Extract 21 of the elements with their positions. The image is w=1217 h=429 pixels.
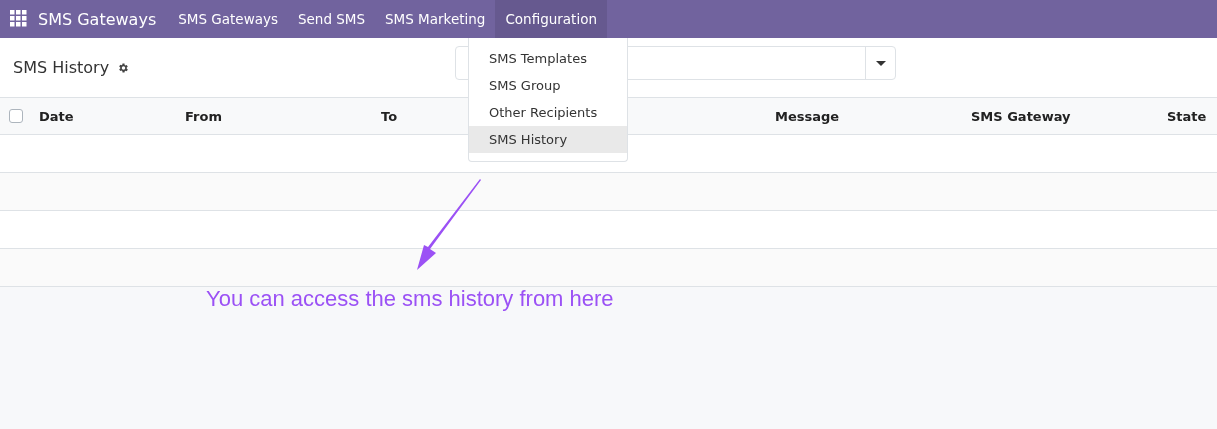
- annotation-text: You can access the sms history from here: [206, 286, 614, 312]
- app-name: SMS Gateways: [37, 8, 158, 31]
- menu-item[interactable]: Send SMS: [287, 0, 376, 38]
- column-header[interactable]: Message: [775, 108, 840, 124]
- menu-item[interactable]: Configuration: [495, 0, 607, 38]
- column-header[interactable]: Date: [39, 108, 74, 124]
- dropdown-item[interactable]: SMS History: [469, 126, 627, 153]
- column-header[interactable]: State: [1167, 108, 1207, 124]
- dropdown-item[interactable]: Other Recipients: [469, 99, 627, 126]
- gear-icon[interactable]: [117, 61, 130, 74]
- dropdown-item[interactable]: SMS Group: [469, 72, 627, 99]
- menu-item[interactable]: SMS Marketing: [375, 0, 496, 38]
- select-all-checkbox[interactable]: [9, 109, 23, 123]
- column-header[interactable]: To: [381, 108, 398, 124]
- column-header[interactable]: From: [185, 108, 222, 124]
- page-title: SMS History: [13, 58, 110, 77]
- caret-icon[interactable]: [875, 60, 886, 66]
- dropdown-item[interactable]: SMS Templates: [469, 45, 627, 72]
- column-header[interactable]: SMS Gateway: [971, 108, 1071, 124]
- apps-grid-icon[interactable]: [10, 10, 28, 28]
- menu-item[interactable]: SMS Gateways: [168, 0, 288, 38]
